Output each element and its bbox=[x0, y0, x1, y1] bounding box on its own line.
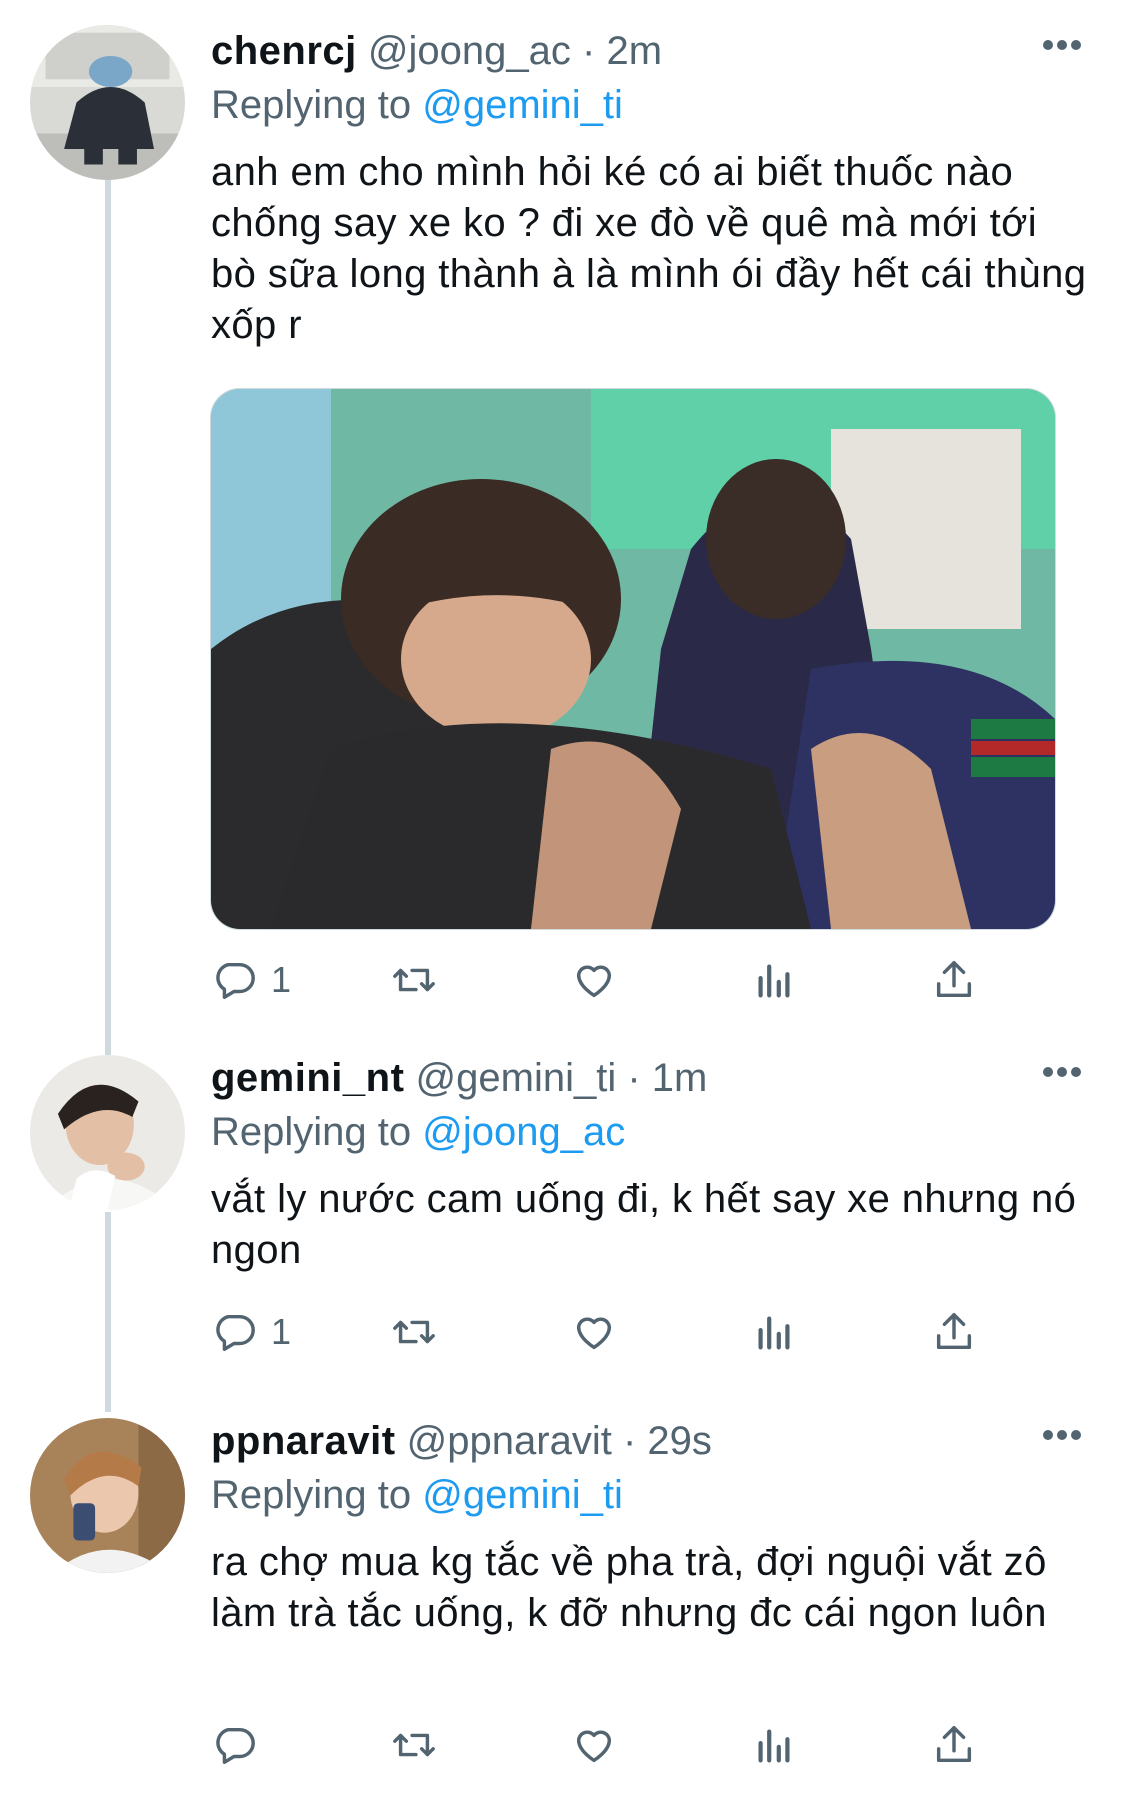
like-button[interactable] bbox=[571, 1302, 617, 1362]
reply-icon bbox=[216, 1314, 255, 1351]
tweet[interactable]: ppnaravit @ppnaravit · 29s Replying to @… bbox=[0, 1403, 1125, 1808]
heart-icon bbox=[576, 1317, 612, 1350]
retweet-button[interactable] bbox=[391, 1715, 437, 1775]
tweet[interactable]: gemini_nt @gemini_ti · 1m Replying to @j… bbox=[0, 1040, 1125, 1370]
tweet-text: ra chợ mua kg tắc về pha trà, đợi nguội … bbox=[211, 1540, 1047, 1635]
replying-to-link[interactable]: @gemini_ti bbox=[422, 83, 623, 127]
like-button[interactable] bbox=[571, 950, 617, 1010]
more-options-button[interactable] bbox=[1041, 1428, 1083, 1442]
share-icon bbox=[936, 1313, 972, 1350]
retweet-button[interactable] bbox=[391, 950, 437, 1010]
avatar[interactable] bbox=[30, 25, 185, 180]
tweet-actions bbox=[211, 1715, 1051, 1775]
analytics-button[interactable] bbox=[751, 1302, 797, 1362]
analytics-button[interactable] bbox=[751, 950, 797, 1010]
avatar[interactable] bbox=[30, 1055, 185, 1210]
reply-count: 1 bbox=[271, 959, 292, 1000]
heart-icon bbox=[576, 1730, 612, 1763]
analytics-icon bbox=[758, 964, 790, 998]
separator-dot: · bbox=[582, 29, 596, 73]
replying-to-link[interactable]: @joong_ac bbox=[422, 1110, 625, 1154]
tweet-header: ppnaravit @ppnaravit · 29s bbox=[211, 1411, 1085, 1471]
like-button[interactable] bbox=[571, 1715, 617, 1775]
share-button[interactable] bbox=[931, 1302, 977, 1362]
timestamp[interactable]: 29s bbox=[647, 1419, 712, 1463]
retweet-icon bbox=[393, 1320, 435, 1344]
replying-to-label: Replying to bbox=[211, 1110, 412, 1154]
user-handle[interactable]: @gemini_ti bbox=[416, 1056, 617, 1100]
tweet-actions: 1 bbox=[211, 950, 1051, 1010]
timestamp[interactable]: 2m bbox=[606, 29, 662, 73]
user-handle[interactable]: @joong_ac bbox=[368, 29, 571, 73]
share-icon bbox=[936, 961, 972, 998]
share-button[interactable] bbox=[931, 1715, 977, 1775]
retweet-button[interactable] bbox=[391, 1302, 437, 1362]
replying-to: Replying to @gemini_ti bbox=[211, 1469, 623, 1521]
analytics-icon bbox=[758, 1316, 790, 1350]
more-options-button[interactable] bbox=[1041, 38, 1083, 52]
tweet-image[interactable] bbox=[210, 388, 1056, 930]
display-name[interactable]: ppnaravit bbox=[211, 1419, 396, 1463]
separator-dot: · bbox=[627, 1056, 641, 1100]
replying-to-label: Replying to bbox=[211, 83, 412, 127]
analytics-icon bbox=[758, 1729, 790, 1763]
retweet-icon bbox=[393, 1733, 435, 1757]
more-icon bbox=[1043, 1067, 1081, 1077]
timestamp[interactable]: 1m bbox=[652, 1056, 708, 1100]
replying-to-label: Replying to bbox=[211, 1473, 412, 1517]
reply-icon bbox=[216, 1727, 255, 1764]
tweet-header: chenrcj @joong_ac · 2m bbox=[211, 21, 1085, 81]
separator-dot: · bbox=[622, 1419, 637, 1463]
display-name[interactable]: gemini_nt bbox=[211, 1056, 404, 1100]
replying-to: Replying to @joong_ac bbox=[211, 1106, 625, 1158]
reply-button[interactable]: 1 bbox=[211, 1302, 291, 1362]
share-button[interactable] bbox=[931, 950, 977, 1010]
tweet-text: anh em cho mình hỏi ké có ai biết thuốc … bbox=[211, 150, 1087, 347]
reply-count: 1 bbox=[271, 1311, 292, 1352]
more-options-button[interactable] bbox=[1041, 1065, 1083, 1079]
retweet-icon bbox=[393, 968, 435, 992]
replying-to-link[interactable]: @gemini_ti bbox=[422, 1473, 623, 1517]
more-icon bbox=[1043, 40, 1081, 50]
tweet[interactable]: chenrcj @joong_ac · 2m Replying to @gemi… bbox=[0, 0, 1125, 1040]
tweet-header: gemini_nt @gemini_ti · 1m bbox=[211, 1048, 1085, 1108]
tweet-text: vắt ly nước cam uống đi, k hết say xe nh… bbox=[211, 1177, 1077, 1272]
reply-button[interactable]: 1 bbox=[211, 950, 291, 1010]
user-handle[interactable]: @ppnaravit bbox=[407, 1419, 612, 1463]
tweet-actions: 1 bbox=[211, 1302, 1051, 1362]
replying-to: Replying to @gemini_ti bbox=[211, 79, 623, 131]
display-name[interactable]: chenrcj bbox=[211, 29, 357, 73]
avatar[interactable] bbox=[30, 1418, 185, 1573]
reply-icon bbox=[216, 962, 255, 999]
analytics-button[interactable] bbox=[751, 1715, 797, 1775]
reply-button[interactable] bbox=[211, 1715, 271, 1775]
share-icon bbox=[936, 1726, 972, 1763]
heart-icon bbox=[576, 965, 612, 998]
more-icon bbox=[1043, 1430, 1081, 1440]
